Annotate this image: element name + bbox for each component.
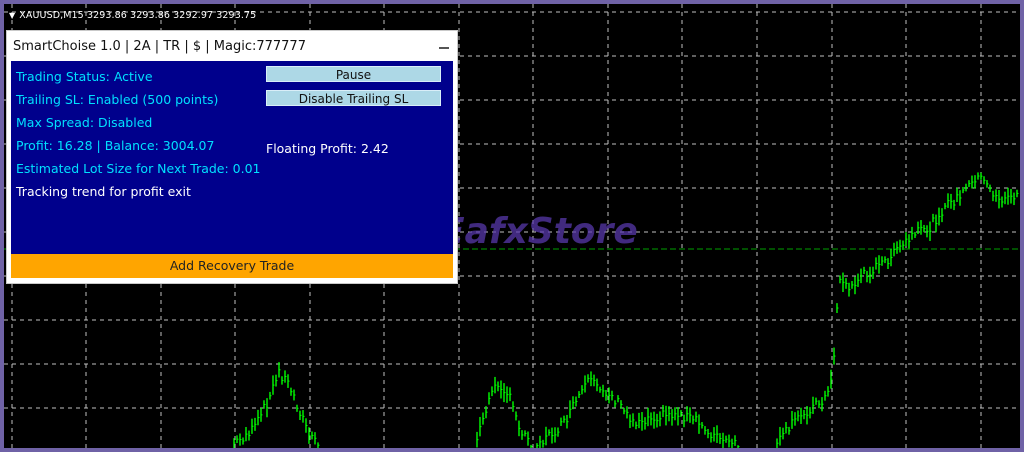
watermark-text: EafxStore — [440, 211, 638, 252]
floating-profit-text: Floating Profit: 2.42 — [266, 141, 389, 156]
max-spread-text: Max Spread: Disabled — [16, 115, 153, 130]
symbol-ohlc-text: XAUUSD,M15 3293.86 3293.86 3292.97 3293.… — [19, 10, 257, 21]
disable-trailing-sl-button[interactable]: Disable Trailing SL — [266, 90, 441, 106]
dropdown-arrow-icon[interactable]: ▼ — [9, 11, 15, 20]
pause-button[interactable]: Pause — [266, 66, 441, 82]
add-recovery-trade-button[interactable]: Add Recovery Trade — [11, 254, 453, 278]
lot-size-text: Estimated Lot Size for Next Trade: 0.01 — [16, 161, 261, 176]
panel-title: SmartChoise 1.0 | 2A | TR | $ | Magic:77… — [13, 39, 306, 54]
chart-symbol-label: ▼ XAUUSD,M15 3293.86 3293.86 3292.97 3293… — [9, 10, 256, 21]
profit-balance-text: Profit: 16.28 | Balance: 3004.07 — [16, 138, 215, 153]
trailing-sl-text: Trailing SL: Enabled (500 points) — [16, 92, 219, 107]
chart-window: ▼ XAUUSD,M15 3293.86 3293.86 3292.97 3293… — [0, 0, 1024, 452]
minimize-icon[interactable] — [439, 47, 449, 49]
trading-status-text: Trading Status: Active — [16, 69, 153, 84]
ea-panel: SmartChoise 1.0 | 2A | TR | $ | Magic:77… — [6, 30, 458, 284]
panel-header[interactable]: SmartChoise 1.0 | 2A | TR | $ | Magic:77… — [7, 31, 457, 61]
trend-status-text: Tracking trend for profit exit — [16, 184, 191, 199]
panel-body: Trading Status: Active Trailing SL: Enab… — [11, 61, 453, 254]
